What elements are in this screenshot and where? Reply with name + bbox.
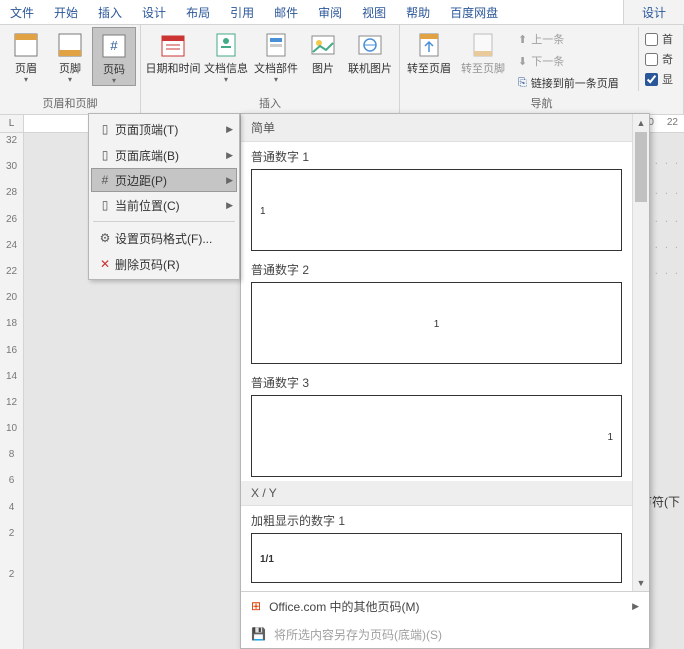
page-number-icon: # (98, 30, 130, 62)
footer-icon (54, 29, 86, 61)
doc-parts-icon (260, 29, 292, 61)
delete-icon: ✕ (95, 257, 115, 271)
group-nav: 转至页眉 转至页脚 ⬆上一条 ⬇下一条 ⎘链接到前一条页眉 首 奇 显 导航 (400, 25, 684, 114)
footer-button[interactable]: 页脚▾ (48, 27, 92, 84)
gallery-more-office[interactable]: ⊞ Office.com 中的其他页码(M)▶ (241, 592, 649, 620)
gallery-section-xy: X / Y (241, 481, 632, 506)
menu-page-bottom[interactable]: ▯页面底端(B)▶ (91, 142, 237, 168)
tab-help[interactable]: 帮助 (396, 0, 440, 24)
group-label-hf: 页眉和页脚 (4, 93, 136, 114)
page-number-submenu: ▯页面顶端(T)▶ ▯页面底端(B)▶ #页边距(P)▶ ▯当前位置(C)▶ ⚙… (88, 113, 240, 280)
doc-bottom-icon: ▯ (95, 148, 115, 162)
calendar-icon (157, 29, 189, 61)
document-area: ▯页面顶端(T)▶ ▯页面底端(B)▶ #页边距(P)▶ ▯当前位置(C)▶ ⚙… (24, 133, 684, 649)
chk-first-page[interactable]: 首 (645, 31, 673, 47)
ruler-h-22: 22 (667, 117, 678, 128)
next-icon: ⬇ (518, 55, 527, 68)
tab-bar: 文件 开始 插入 设计 布局 引用 邮件 审阅 视图 帮助 百度网盘 设计 (0, 0, 684, 25)
date-time-button[interactable]: 日期和时间 (145, 27, 201, 76)
save-icon: 💾 (251, 627, 266, 641)
tab-mailings[interactable]: 邮件 (264, 0, 308, 24)
menu-page-margin[interactable]: #页边距(P)▶ (91, 168, 237, 192)
nav-prev[interactable]: ⬆上一条 (512, 29, 625, 49)
menu-separator (93, 221, 235, 222)
menu-current-pos[interactable]: ▯当前位置(C)▶ (91, 192, 237, 218)
scroll-thumb[interactable] (635, 132, 647, 202)
page-number-gallery: 简单 普通数字 1 1 普通数字 2 1 普通数字 3 1 X / Y (240, 113, 650, 649)
office-icon: ⊞ (251, 599, 261, 613)
tab-file[interactable]: 文件 (0, 0, 44, 24)
menu-format-page-number[interactable]: ⚙设置页码格式(F)... (91, 225, 237, 251)
page-number-button[interactable]: # 页码▾ (92, 27, 136, 86)
picture-button[interactable]: 图片 (301, 27, 345, 76)
gallery-item-plain-3[interactable]: 普通数字 3 1 (241, 368, 632, 481)
picture-icon (307, 29, 339, 61)
online-picture-button[interactable]: 联机图片 (345, 27, 395, 76)
link-icon: ⎘ (518, 77, 527, 90)
gallery-section-simple: 简单 (241, 114, 632, 142)
gallery-scrollbar[interactable]: ▲ ▼ (632, 114, 649, 591)
goto-footer-icon (467, 29, 499, 61)
header-button[interactable]: 页眉▾ (4, 27, 48, 84)
nav-link-prev[interactable]: ⎘链接到前一条页眉 (512, 73, 625, 93)
doc-info-icon (210, 29, 242, 61)
menu-page-top[interactable]: ▯页面顶端(T)▶ (91, 116, 237, 142)
nav-next[interactable]: ⬇下一条 (512, 51, 625, 71)
tab-home[interactable]: 开始 (44, 0, 88, 24)
svg-text:#: # (110, 38, 118, 53)
doc-parts-button[interactable]: 文档部件▾ (251, 27, 301, 84)
tab-view[interactable]: 视图 (352, 0, 396, 24)
menu-remove-page-number[interactable]: ✕删除页码(R) (91, 251, 237, 277)
format-icon: ⚙ (95, 231, 115, 245)
goto-header-icon (413, 29, 445, 61)
group-label-nav: 导航 (404, 93, 679, 114)
scroll-up-icon[interactable]: ▲ (633, 114, 649, 131)
tab-context-design[interactable]: 设计 (623, 0, 684, 24)
group-label-insert: 插入 (145, 93, 395, 114)
header-icon (10, 29, 42, 61)
scroll-down-icon[interactable]: ▼ (633, 574, 649, 591)
doc-pos-icon: ▯ (95, 198, 115, 212)
chk-odd-even[interactable]: 奇 (645, 51, 673, 67)
tab-baidu[interactable]: 百度网盘 (440, 0, 508, 24)
options-checks: 首 奇 显 (638, 27, 679, 91)
doc-top-icon: ▯ (95, 122, 115, 136)
doc-info-button[interactable]: 文档信息▾ (201, 27, 251, 84)
group-insert: 日期和时间 文档信息▾ 文档部件▾ 图片 联机图片 插入 (141, 25, 400, 114)
tab-design[interactable]: 设计 (132, 0, 176, 24)
vertical-ruler: 3230 2826 2422 2018 1614 1210 86 42 2 (0, 133, 24, 649)
prev-icon: ⬆ (518, 33, 527, 46)
tab-references[interactable]: 引用 (220, 0, 264, 24)
gallery-item-plain-1[interactable]: 普通数字 1 1 (241, 142, 632, 255)
doc-margin-icon: # (95, 173, 115, 187)
online-picture-icon (354, 29, 386, 61)
tab-layout[interactable]: 布局 (176, 0, 220, 24)
ribbon: 页眉▾ 页脚▾ # 页码▾ 页眉和页脚 日期和时间 文档信息▾ (0, 25, 684, 115)
tab-insert[interactable]: 插入 (88, 0, 132, 24)
group-header-footer: 页眉▾ 页脚▾ # 页码▾ 页眉和页脚 (0, 25, 141, 114)
tab-review[interactable]: 审阅 (308, 0, 352, 24)
chk-show[interactable]: 显 (645, 71, 673, 87)
gallery-save-selection: 💾 将所选内容另存为页码(底端)(S) (241, 620, 649, 648)
gallery-item-plain-2[interactable]: 普通数字 2 1 (241, 255, 632, 368)
ruler-corner: L (0, 115, 24, 132)
gallery-item-bold-1[interactable]: 加粗显示的数字 1 1/1 (241, 506, 632, 587)
goto-footer-button[interactable]: 转至页脚 (458, 27, 508, 76)
goto-header-button[interactable]: 转至页眉 (404, 27, 454, 76)
